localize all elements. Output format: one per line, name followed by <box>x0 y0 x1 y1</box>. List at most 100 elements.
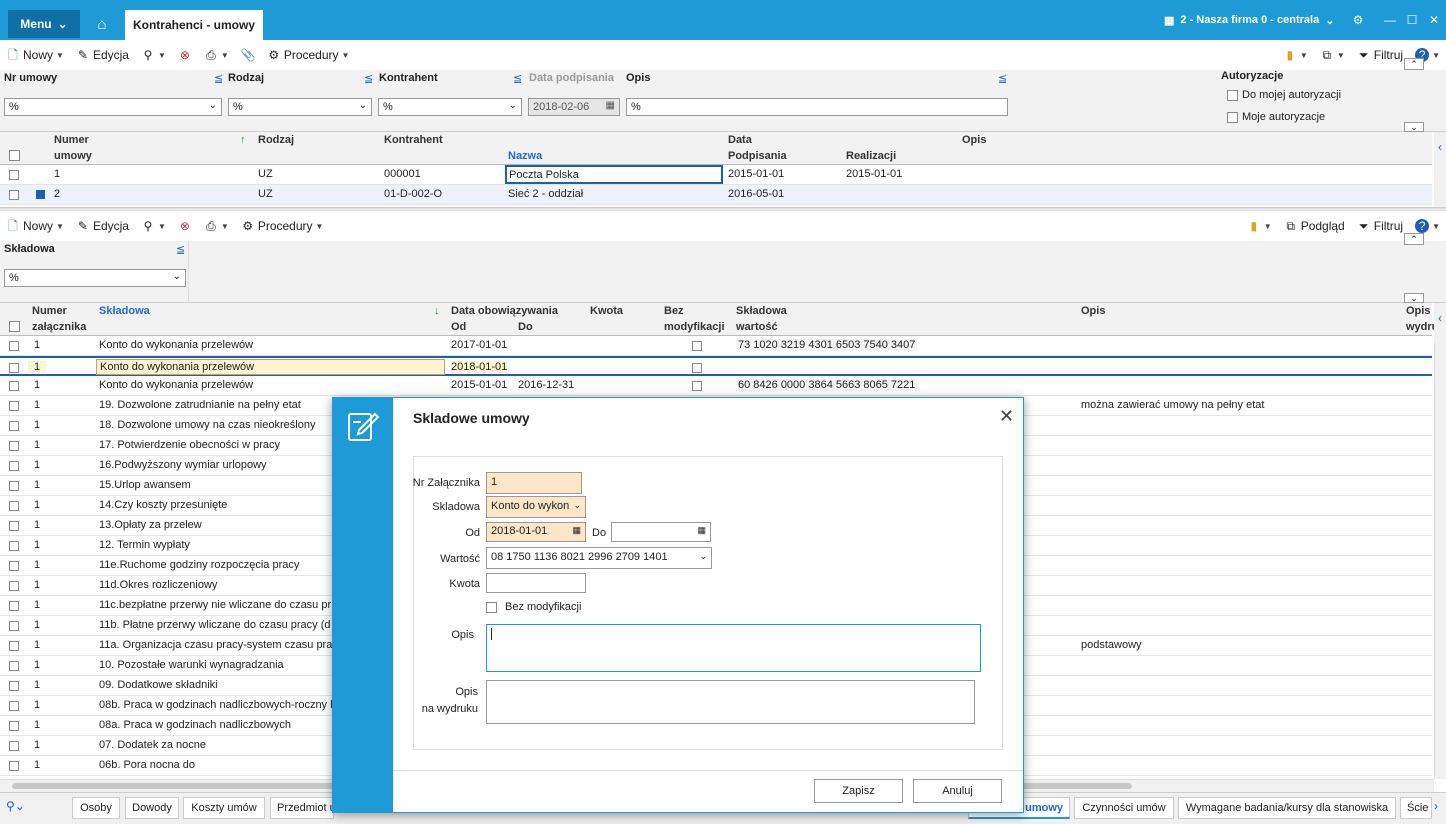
print-button[interactable]: ⎙ ▼ <box>198 44 235 66</box>
preview-button[interactable]: ⧉ Podgląd <box>1278 215 1351 237</box>
procedures-button[interactable]: ⚙ Procedury ▼ <box>235 215 330 237</box>
row-checkbox[interactable] <box>9 501 19 511</box>
delete-button[interactable]: ⊗ <box>172 44 198 66</box>
header-numer[interactable]: Numer <box>54 134 89 146</box>
row-checkbox[interactable] <box>9 381 19 391</box>
row-checkbox[interactable] <box>9 170 19 180</box>
row-checkbox[interactable] <box>9 541 19 551</box>
table-row[interactable]: 1 Konto do wykonania przelewów 2017-01-01 7… <box>0 336 1432 356</box>
tab-przedmiot[interactable]: Przedmiot u <box>270 797 334 819</box>
company-selector[interactable]: ▦ 2 - Nasza firma 0 - centrala ⌄ <box>1164 10 1334 30</box>
tab-koszty-umow[interactable]: Koszty umów <box>183 797 265 819</box>
header-podpisania[interactable]: Podpisania <box>728 150 787 162</box>
header-do[interactable]: Do <box>518 321 533 333</box>
row-checkbox[interactable] <box>9 661 19 671</box>
row-checkbox[interactable] <box>9 621 19 631</box>
header-opis-wydruk[interactable]: Opis <box>1406 305 1430 317</box>
row-checkbox[interactable] <box>9 481 19 491</box>
tab-sciezka[interactable]: Ście <box>1400 797 1432 819</box>
bez-modyfikacji-checkbox[interactable] <box>692 341 702 351</box>
header-opis[interactable]: Opis <box>962 134 986 146</box>
opis-wydruk-textarea[interactable] <box>486 680 975 724</box>
delete-button[interactable]: ⊗ <box>172 215 198 237</box>
row-checkbox[interactable] <box>9 441 19 451</box>
tab-czynnosci-umow[interactable]: Czynności umów <box>1074 797 1174 819</box>
table-row[interactable]: 2 UZ 01-D-002-O Sieć 2 - oddział 2016-05… <box>0 185 1432 205</box>
row-checkbox[interactable] <box>9 741 19 751</box>
filter-mode-icon[interactable]: ≦ <box>513 72 522 85</box>
close-icon[interactable]: ✕ <box>999 406 1014 427</box>
header-od[interactable]: Od <box>451 321 466 333</box>
row-checkbox[interactable] <box>9 561 19 571</box>
expand-down-icon[interactable]: ⌄ <box>1404 293 1424 303</box>
tab-kontrahenci-umowy[interactable]: Kontrahenci - umowy <box>125 10 263 40</box>
row-checkbox[interactable] <box>9 761 19 771</box>
moje-autoryzacje-checkbox[interactable]: Moje autoryzacje <box>1227 111 1325 123</box>
search-tabs-icon[interactable]: ⚲⌄ <box>6 799 36 817</box>
filter-skladowa-select[interactable]: % ⌄ <box>4 269 186 287</box>
collapse-up-icon[interactable]: ⌃ <box>1404 58 1424 70</box>
do-mojej-autoryzacji-checkbox[interactable]: Do mojej autoryzacji <box>1227 89 1341 101</box>
bez-modyfikacji-checkbox[interactable] <box>692 381 702 391</box>
skladowa-select[interactable]: Konto do wykon ⌄ <box>486 496 586 518</box>
header-kontrahent[interactable]: Kontrahent <box>384 134 443 146</box>
kwota-input[interactable] <box>486 573 586 593</box>
row-checkbox[interactable] <box>9 190 19 200</box>
side-collapse-icon[interactable]: ‹ <box>1434 132 1446 208</box>
home-icon[interactable]: ⌂ <box>90 12 114 36</box>
header-rodzaj[interactable]: Rodzaj <box>258 134 294 146</box>
vertical-scrollbar[interactable] <box>1434 343 1446 779</box>
maximize-icon[interactable]: ☐ <box>1400 10 1424 30</box>
bez-modyfikacji-checkbox[interactable] <box>692 363 702 373</box>
procedures-button[interactable]: ⚙ Procedury ▼ <box>261 44 356 66</box>
cell-nazwa[interactable]: Poczta Polska <box>505 165 723 184</box>
edit-button[interactable]: ✎ Edycja <box>70 44 135 66</box>
row-checkbox[interactable] <box>9 401 19 411</box>
filter-kontrahent-select[interactable]: % ⌄ <box>378 98 522 116</box>
header-skladowa[interactable]: Składowa <box>99 305 150 317</box>
header-numer[interactable]: Numer <box>32 305 67 317</box>
tab-wymagane-badania[interactable]: Wymagane badania/kursy dla stanowiska <box>1178 797 1396 819</box>
table-row[interactable]: 1 UZ 000001 Poczta Polska 2015-01-01 201… <box>0 165 1432 185</box>
bez-modyfikacji-checkbox[interactable]: Bez modyfikacji <box>486 601 581 613</box>
filter-nr-select[interactable]: % ⌄ <box>4 98 222 116</box>
table-row[interactable]: 1 Konto do wykonania przelewów 2018-01-01 <box>0 356 1432 376</box>
settings-button[interactable]: ⧉ ▼ <box>1314 44 1351 66</box>
new-button[interactable]: 🗋 Nowy ▼ <box>0 44 70 66</box>
close-window-icon[interactable]: ✕ <box>1422 10 1446 30</box>
filter-button[interactable]: ⏷ Filtruj <box>1351 215 1409 237</box>
filter-button[interactable]: ⏷ Filtruj <box>1351 44 1409 66</box>
filter-data-input[interactable]: 2018-02-06 ▦ <box>528 98 620 116</box>
od-date-input[interactable]: 2018-01-01 ▦ <box>486 522 586 542</box>
search-button[interactable]: ⚲ ▼ <box>135 44 172 66</box>
attach-button[interactable]: 📎 <box>235 44 261 66</box>
cancel-button[interactable]: Anuluj <box>913 779 1002 803</box>
header-bez[interactable]: Bez <box>664 305 684 317</box>
filter-rodzaj-select[interactable]: % ⌄ <box>228 98 372 116</box>
header-nazwa[interactable]: Nazwa <box>508 150 542 162</box>
minimize-icon[interactable]: — <box>1378 10 1402 30</box>
row-checkbox[interactable] <box>9 341 19 351</box>
select-all-checkbox[interactable] <box>9 150 20 161</box>
print-button[interactable]: ⎙ ▼ <box>198 215 235 237</box>
expand-down-icon[interactable]: ⌄ <box>1404 122 1424 132</box>
row-checkbox[interactable] <box>9 581 19 591</box>
row-checkbox[interactable] <box>9 421 19 431</box>
filter-opis-input[interactable]: % <box>626 98 1008 116</box>
header-skladowa-wartosc[interactable]: Składowa <box>736 305 787 317</box>
chart-button[interactable]: ▮ ▼ <box>1277 44 1314 66</box>
filter-mode-icon[interactable]: ≦ <box>364 72 373 85</box>
row-checkbox[interactable] <box>9 601 19 611</box>
header-kwota[interactable]: Kwota <box>590 305 623 317</box>
new-button[interactable]: 🗋 Nowy ▼ <box>0 215 70 237</box>
edit-button[interactable]: ✎ Edycja <box>70 215 135 237</box>
chart-button[interactable]: ▮ ▼ <box>1241 215 1278 237</box>
row-checkbox[interactable] <box>9 461 19 471</box>
tabs-scroll-icon[interactable]: › <box>1434 799 1438 813</box>
row-checkbox[interactable] <box>9 521 19 531</box>
save-button[interactable]: Zapisz <box>814 779 903 803</box>
search-button[interactable]: ⚲ ▼ <box>135 215 172 237</box>
row-checkbox[interactable] <box>9 701 19 711</box>
select-all-checkbox[interactable] <box>9 321 20 332</box>
row-checkbox[interactable] <box>9 681 19 691</box>
